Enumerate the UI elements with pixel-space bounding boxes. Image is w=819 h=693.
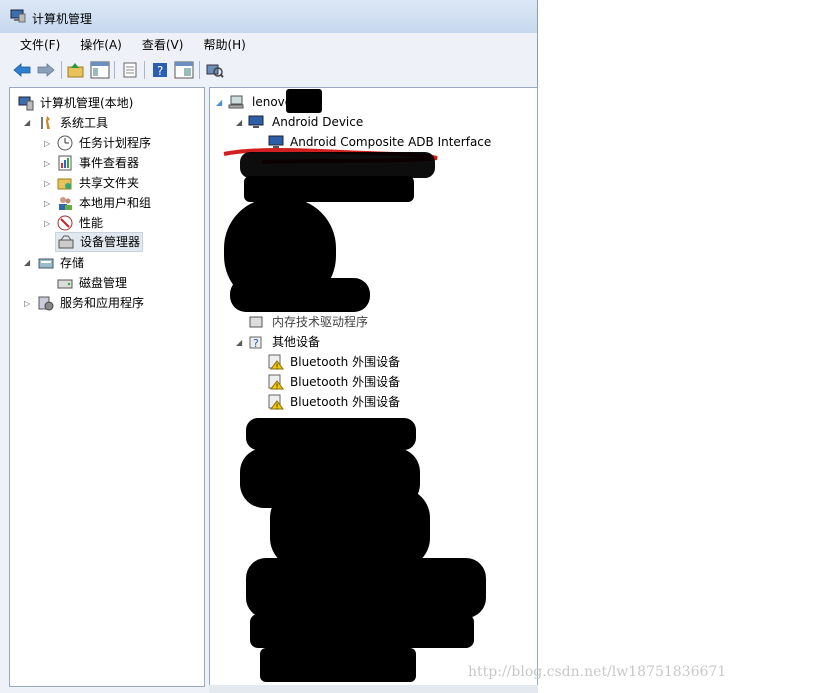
- services-icon: [38, 296, 54, 311]
- warning-device-icon: !: [268, 374, 284, 390]
- tree-item-device-manager[interactable]: 设备管理器: [55, 232, 143, 252]
- menu-help[interactable]: 帮助(H): [191, 35, 253, 55]
- redaction-mark: [286, 89, 322, 113]
- collapse-arrow-icon[interactable]: ◢: [24, 118, 30, 127]
- warning-device-icon: !: [268, 394, 284, 410]
- menu-bar: 文件(F) 操作(A) 查看(V) 帮助(H): [8, 35, 254, 55]
- horizontal-scrollbar[interactable]: [209, 685, 538, 693]
- users-icon: [59, 197, 72, 210]
- tree-item-label: 系统工具: [60, 116, 109, 130]
- redaction-mark: [240, 152, 435, 178]
- redaction-mark: [260, 648, 416, 682]
- performance-icon: [57, 215, 73, 231]
- collapse-arrow-icon[interactable]: ◢: [236, 118, 242, 127]
- device-category-label: Android Device: [272, 115, 364, 129]
- device-label: Bluetooth 外围设备: [290, 375, 401, 389]
- disk-icon: [57, 279, 73, 289]
- tree-item-label: 本地用户和组: [79, 196, 152, 210]
- properties-icon[interactable]: [174, 60, 194, 80]
- toolbar: ?: [8, 57, 537, 83]
- tree-root-label: 计算机管理(本地): [40, 96, 134, 110]
- collapse-arrow-icon[interactable]: ◢: [236, 338, 242, 347]
- show-hide-tree-icon[interactable]: [90, 60, 110, 80]
- tree-item-label: 性能: [79, 216, 104, 230]
- redaction-mark: [246, 418, 416, 450]
- computer-icon: [228, 95, 244, 109]
- redaction-mark: [250, 614, 474, 648]
- tree-item-label: 任务计划程序: [79, 136, 152, 150]
- computer-management-icon: [18, 96, 34, 111]
- device-category-label: 内存技术驱动程序: [272, 315, 369, 329]
- menu-action[interactable]: 操作(A): [68, 35, 130, 55]
- event-viewer-icon: [58, 155, 72, 171]
- device-manager-icon: [58, 235, 74, 249]
- help-icon[interactable]: ?: [150, 60, 170, 80]
- svg-text:!: !: [276, 362, 279, 370]
- svg-text:?: ?: [157, 64, 163, 78]
- forward-arrow-icon[interactable]: [36, 60, 56, 80]
- tree-item-label: 服务和应用程序: [60, 296, 145, 310]
- svg-text:!: !: [276, 382, 279, 390]
- shared-folder-icon: [57, 178, 72, 190]
- expand-arrow-icon[interactable]: ▷: [44, 219, 50, 228]
- tools-icon: [41, 116, 50, 129]
- clock-icon: [57, 135, 73, 151]
- monitor-icon: [248, 115, 264, 128]
- back-arrow-icon[interactable]: [12, 60, 32, 80]
- redaction-mark: [230, 278, 370, 312]
- expand-arrow-icon[interactable]: ▷: [24, 299, 30, 308]
- expand-arrow-icon[interactable]: ▷: [44, 159, 50, 168]
- device-category-label: 其他设备: [272, 335, 321, 349]
- tree-item-label: 事件查看器: [79, 156, 140, 170]
- title-bar[interactable]: 计算机管理: [0, 0, 537, 33]
- memory-device-icon: [249, 316, 263, 328]
- menu-view[interactable]: 查看(V): [130, 35, 192, 55]
- storage-icon: [38, 258, 54, 269]
- warning-device-icon: !: [268, 354, 284, 370]
- up-folder-icon[interactable]: [66, 60, 86, 80]
- unknown-device-icon: ?: [249, 336, 262, 350]
- expand-arrow-icon[interactable]: ▷: [44, 199, 50, 208]
- export-list-icon[interactable]: [120, 60, 140, 80]
- device-label: Bluetooth 外围设备: [290, 355, 401, 369]
- collapse-arrow-icon[interactable]: ◢: [24, 258, 30, 267]
- computer-management-icon: [10, 9, 26, 23]
- redaction-mark: [270, 488, 430, 568]
- device-tree[interactable]: ◢ lenovo ◢ Android Device Android Compos…: [209, 87, 538, 687]
- collapse-arrow-icon[interactable]: ◢: [216, 98, 222, 107]
- tree-item-label: 磁盘管理: [79, 276, 128, 290]
- svg-text:!: !: [276, 402, 279, 410]
- tree-item-label: 共享文件夹: [79, 176, 140, 190]
- console-tree[interactable]: 计算机管理(本地) ◢ 系统工具 ▷ 任务计划程序 ▷ 事件查看器 ▷ 共享文件…: [9, 87, 205, 687]
- device-label: Bluetooth 外围设备: [290, 395, 401, 409]
- expand-arrow-icon[interactable]: ▷: [44, 179, 50, 188]
- redaction-mark: [246, 558, 486, 618]
- svg-text:?: ?: [253, 337, 259, 350]
- watermark: http://blog.csdn.net/lw18751836671: [468, 664, 727, 680]
- menu-file[interactable]: 文件(F): [8, 35, 68, 55]
- window-title: 计算机管理: [32, 12, 93, 26]
- scan-hardware-icon[interactable]: [205, 60, 225, 80]
- expand-arrow-icon[interactable]: ▷: [44, 139, 50, 148]
- computer-management-window: 计算机管理 文件(F) 操作(A) 查看(V) 帮助(H) ? 计算机管理(本地…: [0, 0, 538, 693]
- tree-item-label: 存储: [60, 256, 85, 270]
- tree-item-label: 设备管理器: [80, 235, 141, 249]
